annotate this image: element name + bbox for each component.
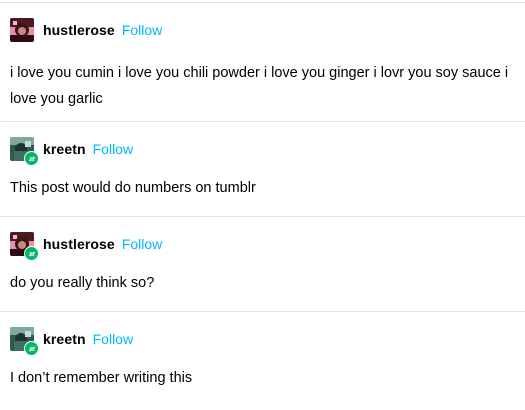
post-hustlerose-2: hustlerose Follow do you really think so… [0,232,525,296]
follow-button[interactable]: Follow [93,331,133,347]
follow-button[interactable]: Follow [93,141,133,157]
reblog-icon [24,151,39,166]
post-header: kreetn Follow [10,327,133,356]
avatar[interactable] [10,18,34,42]
avatar[interactable] [10,232,39,261]
username[interactable]: kreetn [43,141,86,157]
post-text: I don’t remember writing this [10,370,193,386]
post-text: i love you cumin i love you chili powder… [10,65,509,107]
divider [0,121,525,122]
avatar[interactable] [10,137,39,166]
username[interactable]: hustlerose [43,236,115,252]
post-header: hustlerose Follow [10,18,162,42]
avatar[interactable] [10,327,39,356]
post-header: hustlerose Follow [10,232,162,261]
post-text: do you really think so? [10,275,155,291]
post-header: kreetn Follow [10,137,133,166]
post-kreetn-1: kreetn Follow This post would do numbers… [0,137,525,201]
username[interactable]: kreetn [43,331,86,347]
post-kreetn-2: kreetn Follow I don’t remember writing t… [0,327,525,397]
follow-button[interactable]: Follow [122,236,162,252]
reblog-thread: hustlerose Follow i love you cumin i lov… [0,0,525,410]
post-text: This post would do numbers on tumblr [10,180,256,196]
divider [0,311,525,312]
reblog-icon [24,341,39,356]
hustlerose-avatar-icon [10,18,34,42]
divider [0,216,525,217]
divider [0,2,525,3]
follow-button[interactable]: Follow [122,22,162,38]
post-hustlerose-1: hustlerose Follow i love you cumin i lov… [0,18,525,114]
reblog-icon [24,246,39,261]
username[interactable]: hustlerose [43,22,115,38]
